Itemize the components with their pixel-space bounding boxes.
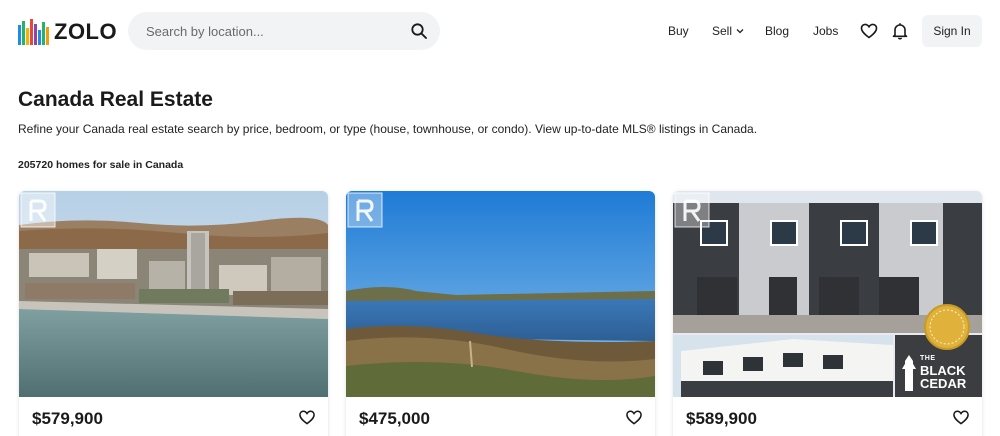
realtor-icon — [674, 192, 710, 228]
listing-card[interactable]: $475,000 — [346, 191, 655, 436]
nav-jobs[interactable]: Jobs — [813, 24, 838, 38]
nav-buy[interactable]: Buy — [668, 24, 689, 38]
search-icon[interactable] — [410, 22, 428, 40]
page-title: Canada Real Estate — [18, 88, 213, 111]
listing-card[interactable]: THE BLACK CEDAR $589,900 — [673, 191, 982, 436]
brand-badge-line: CEDAR — [920, 376, 967, 391]
nav-sell[interactable]: Sell — [712, 24, 744, 38]
logo-icon — [18, 19, 49, 45]
nav-blog[interactable]: Blog — [765, 24, 789, 38]
realtor-icon — [20, 192, 56, 228]
result-count: 205720 homes for sale in Canada — [18, 159, 184, 171]
heart-icon[interactable] — [952, 409, 970, 426]
search-input[interactable] — [146, 23, 396, 39]
heart-icon[interactable] — [860, 22, 878, 40]
nav-sell-label: Sell — [712, 24, 733, 38]
brand-badge-line: THE — [920, 355, 936, 362]
listing-card[interactable]: $579,900 — [19, 191, 328, 436]
listing-price: $579,900 — [32, 409, 103, 428]
sign-in-button[interactable]: Sign In — [922, 15, 982, 47]
listing-photo — [346, 191, 655, 397]
realtor-icon — [347, 192, 383, 228]
page-description: Refine your Canada real estate search by… — [18, 122, 758, 136]
bell-icon[interactable] — [891, 22, 909, 40]
listing-price: $589,900 — [686, 409, 757, 428]
heart-icon[interactable] — [298, 409, 316, 426]
chevron-down-icon — [736, 29, 744, 34]
search-bar — [128, 12, 440, 50]
heart-icon[interactable] — [625, 409, 643, 426]
site-header: ZOLO Buy Sell Blog Jobs Sign In — [0, 0, 1000, 64]
listing-photo — [19, 191, 328, 397]
logo-text: ZOLO — [54, 19, 118, 44]
logo[interactable]: ZOLO — [18, 19, 117, 45]
listing-price: $475,000 — [359, 409, 430, 428]
